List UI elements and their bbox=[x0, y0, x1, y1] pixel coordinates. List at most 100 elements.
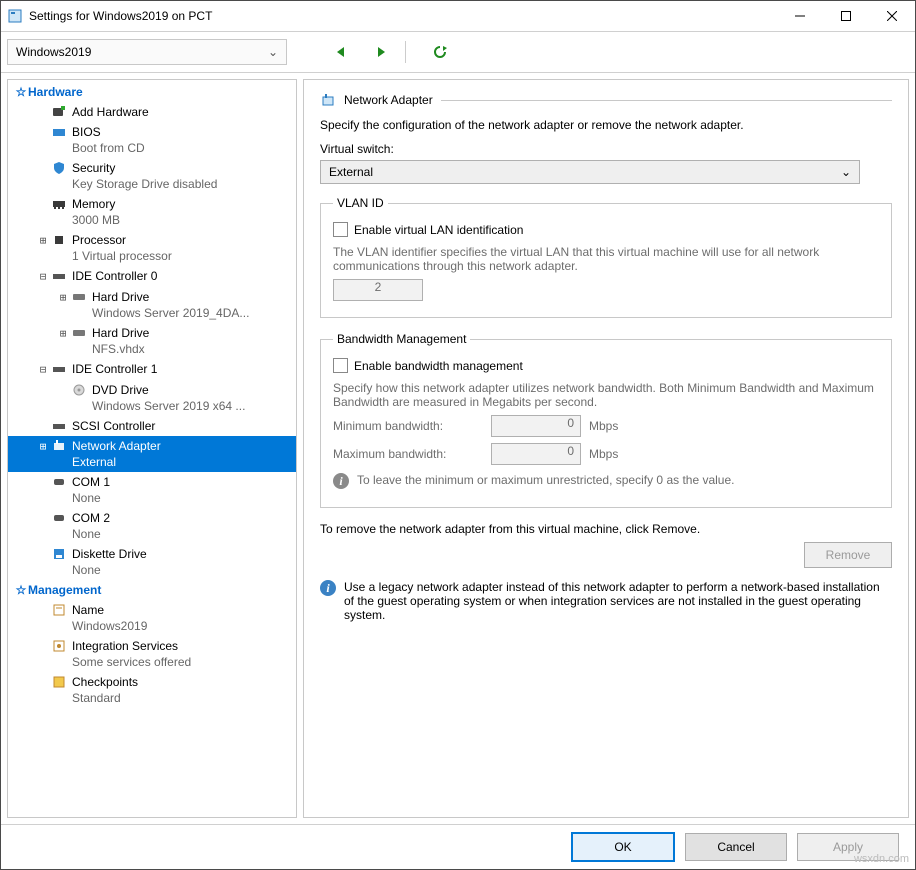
vlan-description: The VLAN identifier specifies the virtua… bbox=[333, 245, 879, 273]
unit-label: Mbps bbox=[589, 419, 618, 433]
tree-scroll[interactable]: ☆ Hardware Add Hardware BIOSBoot from CD bbox=[8, 80, 296, 817]
tree-add-hardware[interactable]: Add Hardware bbox=[8, 102, 296, 122]
tree-network-adapter[interactable]: ⊞ Network AdapterExternal bbox=[8, 436, 296, 472]
legacy-info-row: i Use a legacy network adapter instead o… bbox=[320, 580, 892, 622]
tree-diskette[interactable]: Diskette DriveNone bbox=[8, 544, 296, 580]
max-bandwidth-input[interactable]: 0 bbox=[491, 443, 581, 465]
minimize-button[interactable] bbox=[777, 1, 823, 31]
tree-memory[interactable]: Memory3000 MB bbox=[8, 194, 296, 230]
tree-checkpoints[interactable]: CheckpointsStandard bbox=[8, 672, 296, 708]
tree-scsi[interactable]: SCSI Controller bbox=[8, 416, 296, 436]
virtual-switch-dropdown[interactable]: External ⌄ bbox=[320, 160, 860, 184]
tree-hard-drive-1[interactable]: ⊞ Hard DriveWindows Server 2019_4DA... bbox=[8, 287, 296, 323]
serial-port-icon bbox=[50, 474, 68, 490]
vlan-id-input[interactable]: 2 bbox=[333, 279, 423, 301]
tree-hard-drive-2[interactable]: ⊞ Hard DriveNFS.vhdx bbox=[8, 323, 296, 359]
refresh-button[interactable] bbox=[428, 40, 452, 64]
nav-back-button[interactable] bbox=[329, 40, 353, 64]
hardware-section-header[interactable]: ☆ Hardware bbox=[8, 82, 296, 102]
settings-tree: ☆ Hardware Add Hardware BIOSBoot from CD bbox=[7, 79, 297, 818]
vlan-fieldset: VLAN ID Enable virtual LAN identificatio… bbox=[320, 196, 892, 318]
floppy-icon bbox=[50, 546, 68, 562]
remove-hint: To remove the network adapter from this … bbox=[320, 522, 892, 536]
expand-icon[interactable]: ⊞ bbox=[36, 438, 50, 455]
serial-port-icon bbox=[50, 510, 68, 526]
maximize-button[interactable] bbox=[823, 1, 869, 31]
vm-selector[interactable]: Windows2019 ⌄ bbox=[7, 39, 287, 65]
network-adapter-icon bbox=[320, 92, 336, 108]
collapse-icon: ☆ bbox=[14, 85, 28, 99]
bandwidth-fieldset: Bandwidth Management Enable bandwidth ma… bbox=[320, 332, 892, 508]
vlan-legend: VLAN ID bbox=[333, 196, 388, 210]
tree-bios[interactable]: BIOSBoot from CD bbox=[8, 122, 296, 158]
dialog-footer: OK Cancel Apply bbox=[1, 824, 915, 869]
tree-name[interactable]: NameWindows2019 bbox=[8, 600, 296, 636]
info-icon: i bbox=[320, 580, 336, 596]
checkbox-icon bbox=[333, 222, 348, 237]
bandwidth-enable-checkbox[interactable]: Enable bandwidth management bbox=[333, 358, 879, 373]
panel-description: Specify the configuration of the network… bbox=[320, 118, 892, 132]
tree-com2[interactable]: COM 2None bbox=[8, 508, 296, 544]
ok-button[interactable]: OK bbox=[571, 832, 675, 862]
nav-forward-button[interactable] bbox=[369, 40, 393, 64]
vlan-enable-checkbox[interactable]: Enable virtual LAN identification bbox=[333, 222, 879, 237]
tree-dvd-drive[interactable]: DVD DriveWindows Server 2019 x64 ... bbox=[8, 380, 296, 416]
controller-icon bbox=[50, 361, 68, 377]
controller-icon bbox=[50, 418, 68, 434]
body: ☆ Hardware Add Hardware BIOSBoot from CD bbox=[1, 73, 915, 824]
network-adapter-icon bbox=[50, 438, 68, 454]
tree-processor[interactable]: ⊞ Processor1 Virtual processor bbox=[8, 230, 296, 266]
chevron-down-icon: ⌄ bbox=[841, 165, 851, 179]
expand-icon[interactable]: ⊞ bbox=[36, 232, 50, 249]
remove-button[interactable]: Remove bbox=[804, 542, 892, 568]
management-section-header[interactable]: ☆ Management bbox=[8, 580, 296, 600]
collapse-icon[interactable]: ⊟ bbox=[36, 268, 50, 285]
vm-selector-value: Windows2019 bbox=[16, 45, 91, 59]
name-icon bbox=[50, 602, 68, 618]
bandwidth-description: Specify how this network adapter utilize… bbox=[333, 381, 879, 409]
expand-icon[interactable]: ⊞ bbox=[56, 325, 70, 342]
info-icon: i bbox=[333, 473, 349, 489]
disc-icon bbox=[70, 382, 88, 398]
window-title: Settings for Windows2019 on PCT bbox=[29, 9, 212, 23]
hdd-icon bbox=[70, 289, 88, 305]
services-icon bbox=[50, 638, 68, 654]
tree-ide0[interactable]: ⊟ IDE Controller 0 bbox=[8, 266, 296, 287]
settings-window: Settings for Windows2019 on PCT Windows2… bbox=[0, 0, 916, 870]
toolbar: Windows2019 ⌄ bbox=[1, 32, 915, 73]
bandwidth-hint: To leave the minimum or maximum unrestri… bbox=[357, 473, 734, 487]
watermark: wsxdn.com bbox=[854, 853, 909, 865]
panel-title: Network Adapter bbox=[344, 93, 433, 107]
virtual-switch-label: Virtual switch: bbox=[320, 142, 892, 156]
hdd-icon bbox=[70, 325, 88, 341]
min-bandwidth-input[interactable]: 0 bbox=[491, 415, 581, 437]
tree-com1[interactable]: COM 1None bbox=[8, 472, 296, 508]
expand-icon[interactable]: ⊞ bbox=[56, 289, 70, 306]
virtual-switch-value: External bbox=[329, 165, 373, 179]
bandwidth-legend: Bandwidth Management bbox=[333, 332, 470, 346]
cpu-icon bbox=[50, 232, 68, 248]
panel-header: Network Adapter bbox=[320, 92, 892, 108]
titlebar: Settings for Windows2019 on PCT bbox=[1, 1, 915, 32]
controller-icon bbox=[50, 268, 68, 284]
close-button[interactable] bbox=[869, 1, 915, 31]
chevron-down-icon: ⌄ bbox=[268, 45, 278, 59]
legacy-info-text: Use a legacy network adapter instead of … bbox=[344, 580, 892, 622]
checkpoints-icon bbox=[50, 674, 68, 690]
content-panel: Network Adapter Specify the configuratio… bbox=[303, 79, 909, 818]
checkbox-icon bbox=[333, 358, 348, 373]
collapse-icon[interactable]: ⊟ bbox=[36, 361, 50, 378]
chip-icon bbox=[50, 124, 68, 140]
tree-security[interactable]: SecurityKey Storage Drive disabled bbox=[8, 158, 296, 194]
min-bandwidth-label: Minimum bandwidth: bbox=[333, 419, 483, 433]
unit-label: Mbps bbox=[589, 447, 618, 461]
separator bbox=[405, 41, 406, 63]
add-hardware-icon bbox=[50, 104, 68, 120]
app-icon bbox=[7, 8, 23, 24]
tree-ide1[interactable]: ⊟ IDE Controller 1 bbox=[8, 359, 296, 380]
tree-integration-services[interactable]: Integration ServicesSome services offere… bbox=[8, 636, 296, 672]
max-bandwidth-label: Maximum bandwidth: bbox=[333, 447, 483, 461]
cancel-button[interactable]: Cancel bbox=[685, 833, 787, 861]
shield-icon bbox=[50, 160, 68, 176]
collapse-icon: ☆ bbox=[14, 583, 28, 597]
